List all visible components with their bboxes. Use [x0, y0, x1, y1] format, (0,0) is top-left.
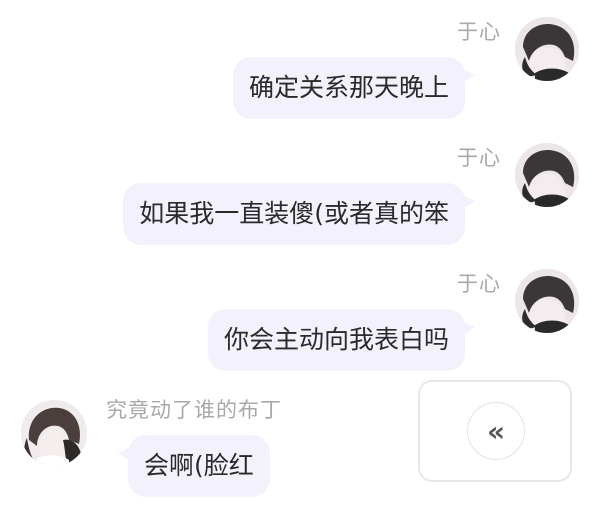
- avatar-right-user-icon[interactable]: [515, 17, 579, 81]
- collapse-glyph: «: [486, 414, 506, 448]
- message-bubble[interactable]: 如果我一直装傻(或者真的笨: [123, 183, 475, 245]
- floating-panel: «: [418, 380, 572, 482]
- message-text: 你会主动向我表白吗: [223, 325, 449, 354]
- avatar-right-user-icon[interactable]: [515, 269, 579, 333]
- message-bubble[interactable]: 你会主动向我表白吗: [207, 309, 475, 371]
- avatar-right-user-icon[interactable]: [515, 143, 579, 207]
- message-bubble[interactable]: 会啊(脸红: [118, 435, 270, 497]
- sender-name: 于心: [457, 20, 501, 44]
- message-bubble[interactable]: 确定关系那天晚上: [232, 57, 475, 119]
- message-text: 会啊(脸红: [144, 451, 254, 480]
- avatar-left-user-icon[interactable]: [21, 400, 87, 466]
- message-text: 确定关系那天晚上: [248, 73, 449, 102]
- message-text: 如果我一直装傻(或者真的笨: [139, 199, 449, 228]
- sender-name: 于心: [457, 272, 501, 296]
- sender-name: 究竟动了谁的布丁: [106, 398, 282, 422]
- sender-name: 于心: [457, 146, 501, 170]
- double-chevron-left-icon[interactable]: «: [467, 402, 525, 460]
